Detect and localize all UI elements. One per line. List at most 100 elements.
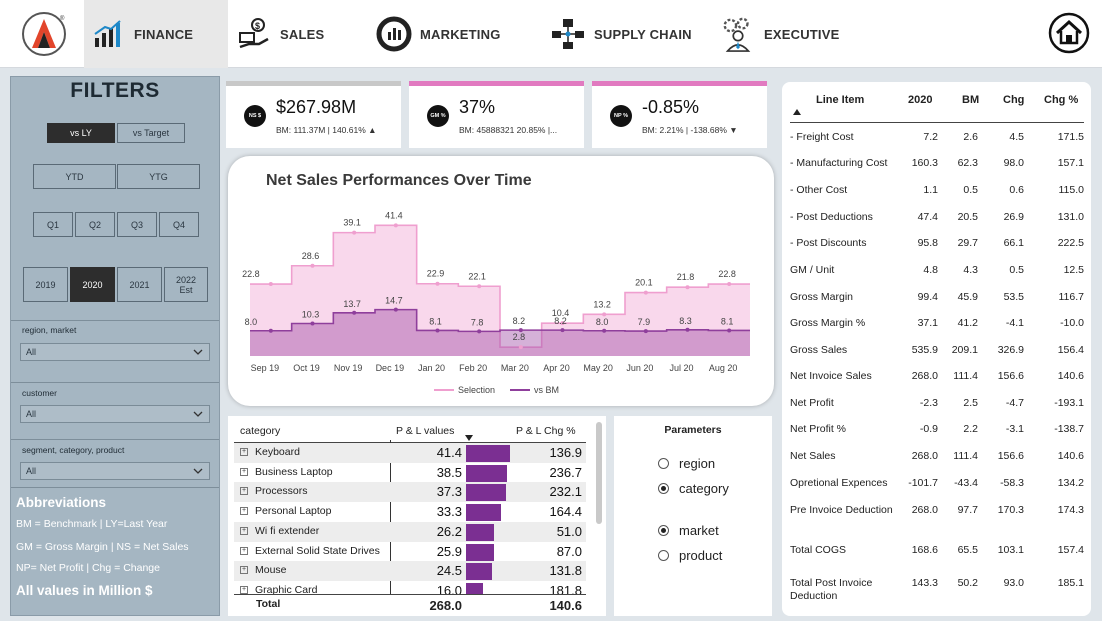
data-point[interactable]	[727, 328, 732, 333]
data-point[interactable]	[268, 328, 273, 333]
chg-pct-header[interactable]: Chg %	[1044, 94, 1078, 106]
product-radio[interactable]: product	[658, 547, 722, 563]
q3-button[interactable]: Q3	[117, 212, 157, 237]
region-market-value: All	[26, 347, 37, 357]
expand-icon[interactable]: +	[240, 448, 248, 456]
data-point[interactable]	[685, 327, 690, 332]
data-point[interactable]	[477, 284, 482, 289]
expand-icon[interactable]: +	[240, 487, 248, 496]
expand-icon[interactable]: +	[240, 526, 248, 535]
data-point[interactable]	[310, 263, 315, 268]
filters-title: FILTERS	[70, 79, 160, 102]
data-label: 8.0	[245, 317, 258, 327]
q2-button[interactable]: Q2	[75, 212, 115, 237]
pl-value-2020: 268.0	[911, 504, 938, 516]
data-point[interactable]	[518, 345, 523, 350]
expand-icon[interactable]: +	[240, 546, 248, 555]
year-2021-button[interactable]: 2021	[117, 267, 162, 302]
data-point[interactable]	[643, 290, 648, 295]
pl-line-item: Opretional Expences	[790, 477, 888, 489]
category-matrix: category P & L values P & L Chg % + Keybo…	[228, 416, 606, 616]
q4-button[interactable]: Q4	[159, 212, 199, 237]
data-label: 8.2	[513, 316, 526, 326]
data-point[interactable]	[560, 328, 565, 333]
pl-value-2020: 7.2	[923, 131, 938, 143]
category-radio[interactable]: category	[658, 480, 729, 496]
nav-supply-chain[interactable]: SUPPLY CHAIN	[550, 0, 692, 68]
ytd-button[interactable]: YTD	[33, 164, 116, 189]
data-point[interactable]	[310, 321, 315, 326]
data-point[interactable]	[518, 328, 523, 333]
expand-icon[interactable]: +	[240, 507, 248, 516]
category-name: Processors	[255, 485, 308, 498]
logo-registered-mark: ®	[60, 15, 65, 22]
data-point[interactable]	[352, 230, 357, 235]
data-point[interactable]	[393, 223, 398, 228]
data-point[interactable]	[477, 329, 482, 334]
data-point[interactable]	[602, 328, 607, 333]
bm-header[interactable]: BM	[962, 94, 979, 106]
data-point[interactable]	[435, 328, 440, 333]
year-2020-header[interactable]: 2020	[908, 94, 932, 106]
nav-sales[interactable]: $ SALES	[236, 0, 324, 68]
year-2019-button[interactable]: 2019	[23, 267, 68, 302]
data-label: 22.1	[468, 271, 486, 281]
data-point[interactable]	[435, 281, 440, 286]
sort-ascending-icon[interactable]	[792, 108, 802, 116]
legend-label[interactable]: Selection	[458, 385, 495, 395]
data-point[interactable]	[727, 282, 732, 287]
segment-category-product-dropdown[interactable]: All	[20, 462, 210, 480]
table-row[interactable]: + Wi fi extender 26.2 51.0	[234, 521, 586, 542]
home-icon	[1048, 12, 1090, 54]
year-2020-button[interactable]: 2020	[70, 267, 115, 302]
pl-value-2020: 99.4	[917, 291, 938, 303]
pl-value-bm: 2.6	[963, 131, 978, 143]
net-sales-line-chart[interactable]: 22.828.639.141.422.9 22.12.810.413.220.12…	[228, 156, 774, 406]
category-scrollbar[interactable]	[596, 422, 602, 524]
data-point[interactable]	[602, 312, 607, 317]
home-button[interactable]	[1048, 12, 1090, 54]
nav-finance[interactable]: FINANCE	[84, 0, 228, 68]
kpi-value: $267.98M	[276, 97, 357, 117]
category-name: Personal Laptop	[255, 505, 332, 518]
data-point[interactable]	[268, 282, 273, 287]
table-row[interactable]: + Processors 37.3 232.1	[234, 482, 586, 503]
q1-button[interactable]: Q1	[33, 212, 73, 237]
region-radio[interactable]: region	[658, 455, 715, 471]
ytg-button[interactable]: YTG	[117, 164, 200, 189]
region-market-dropdown[interactable]: All	[20, 343, 210, 361]
customer-dropdown[interactable]: All	[20, 405, 210, 423]
sort-descending-icon[interactable]	[464, 434, 474, 442]
x-tick-label: Mar 20	[501, 363, 529, 373]
year-2022-est-button[interactable]: 2022 Est	[164, 267, 208, 302]
table-row[interactable]: + Business Laptop 38.5 236.7	[234, 463, 586, 483]
legend-label[interactable]: vs BM	[534, 385, 559, 395]
table-row[interactable]: + Mouse 24.5 131.8	[234, 561, 586, 582]
expand-icon[interactable]: +	[240, 467, 248, 476]
nav-executive[interactable]: EXECUTIVE	[720, 0, 839, 68]
category-column-header[interactable]: category	[240, 425, 280, 437]
atliq-logo[interactable]: ®	[20, 10, 68, 58]
expand-icon[interactable]: +	[240, 566, 248, 575]
data-point[interactable]	[352, 310, 357, 315]
vs-ly-button[interactable]: vs LY	[47, 123, 115, 143]
expand-icon[interactable]: +	[240, 585, 248, 594]
radio-unchecked-icon	[658, 457, 669, 469]
table-row[interactable]: + Keyboard 41.4 136.9	[234, 443, 586, 463]
table-row[interactable]: + External Solid State Drives 25.9 87.0	[234, 542, 586, 562]
pl-value-chg: 170.3	[997, 504, 1024, 516]
vs-target-button[interactable]: vs Target	[117, 123, 185, 143]
nav-marketing[interactable]: MARKETING	[376, 0, 501, 68]
data-point[interactable]	[685, 285, 690, 290]
data-point[interactable]	[643, 329, 648, 334]
market-radio[interactable]: market	[658, 522, 719, 538]
data-label: 14.7	[385, 296, 403, 306]
data-point[interactable]	[393, 307, 398, 312]
x-tick-label: Jul 20	[669, 363, 693, 373]
pl-chg-column-header[interactable]: P & L Chg %	[516, 425, 576, 437]
pl-values-column-header[interactable]: P & L values	[396, 425, 454, 437]
chevron-down-icon	[193, 349, 203, 355]
table-row[interactable]: + Personal Laptop 33.3 164.4	[234, 502, 586, 522]
chg-header[interactable]: Chg	[1003, 94, 1024, 106]
line-item-header[interactable]: Line Item	[816, 94, 864, 106]
